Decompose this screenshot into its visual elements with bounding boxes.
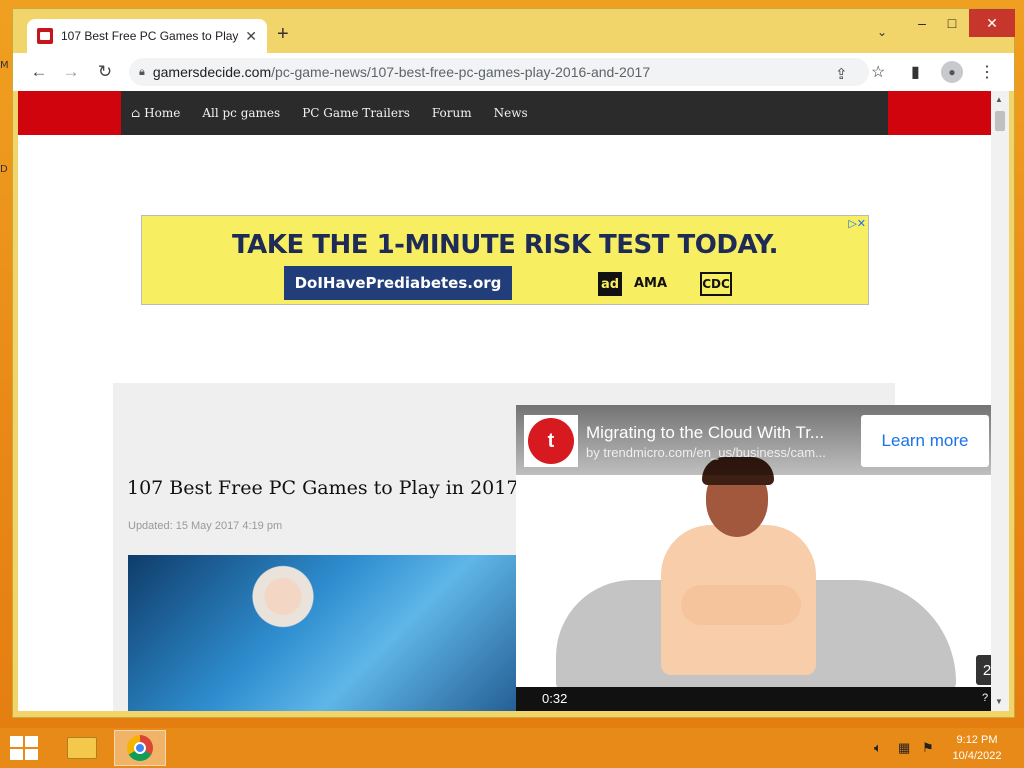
taskbar: 🔈︎ ▦ ⚑ 9:12 PM 10/4/2022 [0, 728, 1024, 768]
scroll-down-icon[interactable]: ▼ [995, 697, 1003, 706]
video-time: 0:32 [542, 691, 568, 706]
home-icon: ⌂ [131, 106, 141, 120]
article-image[interactable] [128, 555, 548, 711]
site-favicon-icon [37, 28, 53, 44]
chrome-menu-icon[interactable]: ⋮ [979, 62, 995, 82]
adchoices-icon[interactable]: ▷✕ [848, 217, 866, 230]
nav-forum[interactable]: Forum [432, 106, 472, 120]
start-tile [25, 749, 38, 760]
article-updated: Updated: 15 May 2017 4:19 pm [128, 520, 283, 532]
article-title[interactable]: 107 Best Free PC Games to Play in 2017 [127, 477, 518, 499]
maximize-button[interactable]: □ [939, 9, 965, 37]
scroll-up-icon[interactable]: ▲ [995, 95, 1003, 104]
clock-time: 9:12 PM [956, 734, 998, 746]
nav-home[interactable]: ⌂ Home [131, 106, 180, 120]
start-tile [25, 736, 38, 747]
nav-home-label: Home [144, 106, 181, 120]
minimize-button[interactable]: – [909, 9, 935, 37]
new-tab-button[interactable]: + [277, 23, 289, 46]
page-viewport: ⌂ Home All pc games PC Game Trailers Foru… [18, 91, 991, 711]
help-icon[interactable]: ? [982, 692, 988, 704]
forward-button[interactable]: → [59, 61, 83, 83]
chrome-taskbar-button[interactable] [114, 730, 166, 766]
back-button[interactable]: ← [27, 61, 51, 83]
address-bar[interactable]: 🔒︎ gamersdecide.com /pc-game-news/107-be… [129, 58, 869, 86]
reload-button[interactable]: ↻ [93, 61, 117, 83]
browser-window: 107 Best Free PC Games to Play in 2017 ✕… [12, 8, 1015, 718]
profile-avatar-icon[interactable]: ● [941, 61, 963, 83]
nav-pc-game-trailers[interactable]: PC Game Trailers [302, 106, 410, 120]
banner-ad[interactable]: TAKE THE 1-MINUTE RISK TEST TODAY. DoIHa… [141, 215, 869, 305]
file-explorer-taskbar-button[interactable] [56, 730, 108, 766]
video-ad-header: t Migrating to the Cloud With Tr... by t… [516, 405, 991, 475]
ama-logo: AMA [634, 276, 668, 291]
network-icon[interactable]: ▦ [898, 740, 910, 756]
ad-url-button[interactable]: DoIHavePrediabetes.org [284, 266, 512, 300]
tab-close-icon[interactable]: ✕ [245, 28, 257, 45]
tab-active[interactable]: 107 Best Free PC Games to Play in 2017 ✕ [27, 19, 267, 53]
action-center-icon[interactable]: ⚑ [922, 740, 934, 756]
video-person-arm [681, 585, 801, 625]
desktop-icon-label: M [0, 60, 9, 71]
video-ad[interactable]: t Migrating to the Cloud With Tr... by t… [516, 405, 991, 711]
video-ad-title[interactable]: Migrating to the Cloud With Tr... [586, 423, 824, 443]
side-panel-icon[interactable]: ▮ [911, 62, 920, 82]
page-scrollbar[interactable]: ▲ ▼ [991, 91, 1009, 711]
learn-more-button[interactable]: Learn more [861, 415, 989, 467]
volume-muted-icon[interactable]: 🔈︎ [874, 740, 882, 756]
tab-search-icon[interactable]: ⌄ [877, 25, 887, 39]
browser-toolbar: ← → ↻ 🔒︎ gamersdecide.com /pc-game-news/… [13, 53, 1014, 91]
url-path: /pc-game-news/107-best-free-pc-games-pla… [271, 64, 651, 80]
clock-date: 10/4/2022 [952, 750, 1002, 762]
share-icon[interactable]: ⇪ [835, 65, 848, 83]
nav-all-pc-games[interactable]: All pc games [202, 106, 280, 120]
start-button[interactable] [10, 736, 38, 760]
desktop-icon-label: D [0, 164, 8, 175]
video-ad-subtitle: by trendmicro.com/en_us/business/cam... [586, 445, 826, 460]
ad-headline: TAKE THE 1-MINUTE RISK TEST TODAY. [231, 230, 779, 260]
lock-icon: 🔒︎ [139, 65, 145, 78]
scroll-thumb[interactable] [995, 111, 1005, 131]
trend-micro-logo-mark: t [528, 418, 574, 464]
ad-council-logo: ad [598, 272, 622, 296]
system-clock[interactable]: 9:12 PM 10/4/2022 [945, 732, 1009, 764]
game-character-figure [248, 565, 318, 655]
start-tile [10, 749, 23, 760]
site-nav: ⌂ Home All pc games PC Game Trailers Foru… [121, 91, 888, 135]
ad-count-badge: 2 [976, 655, 991, 685]
tab-strip: 107 Best Free PC Games to Play in 2017 ✕… [13, 9, 1015, 53]
tab-title: 107 Best Free PC Games to Play in 2017 [61, 29, 239, 43]
folder-icon [67, 737, 97, 759]
nav-news[interactable]: News [494, 106, 528, 120]
bookmark-star-icon[interactable]: ☆ [871, 62, 885, 82]
url-host: gamersdecide.com [152, 64, 272, 80]
chrome-icon [127, 735, 153, 761]
trend-micro-logo[interactable]: t [524, 415, 578, 467]
close-window-button[interactable]: ✕ [969, 9, 1015, 37]
cdc-logo: CDC [700, 272, 732, 296]
start-tile [10, 736, 23, 747]
video-controls: 0:32 ? [516, 687, 991, 711]
